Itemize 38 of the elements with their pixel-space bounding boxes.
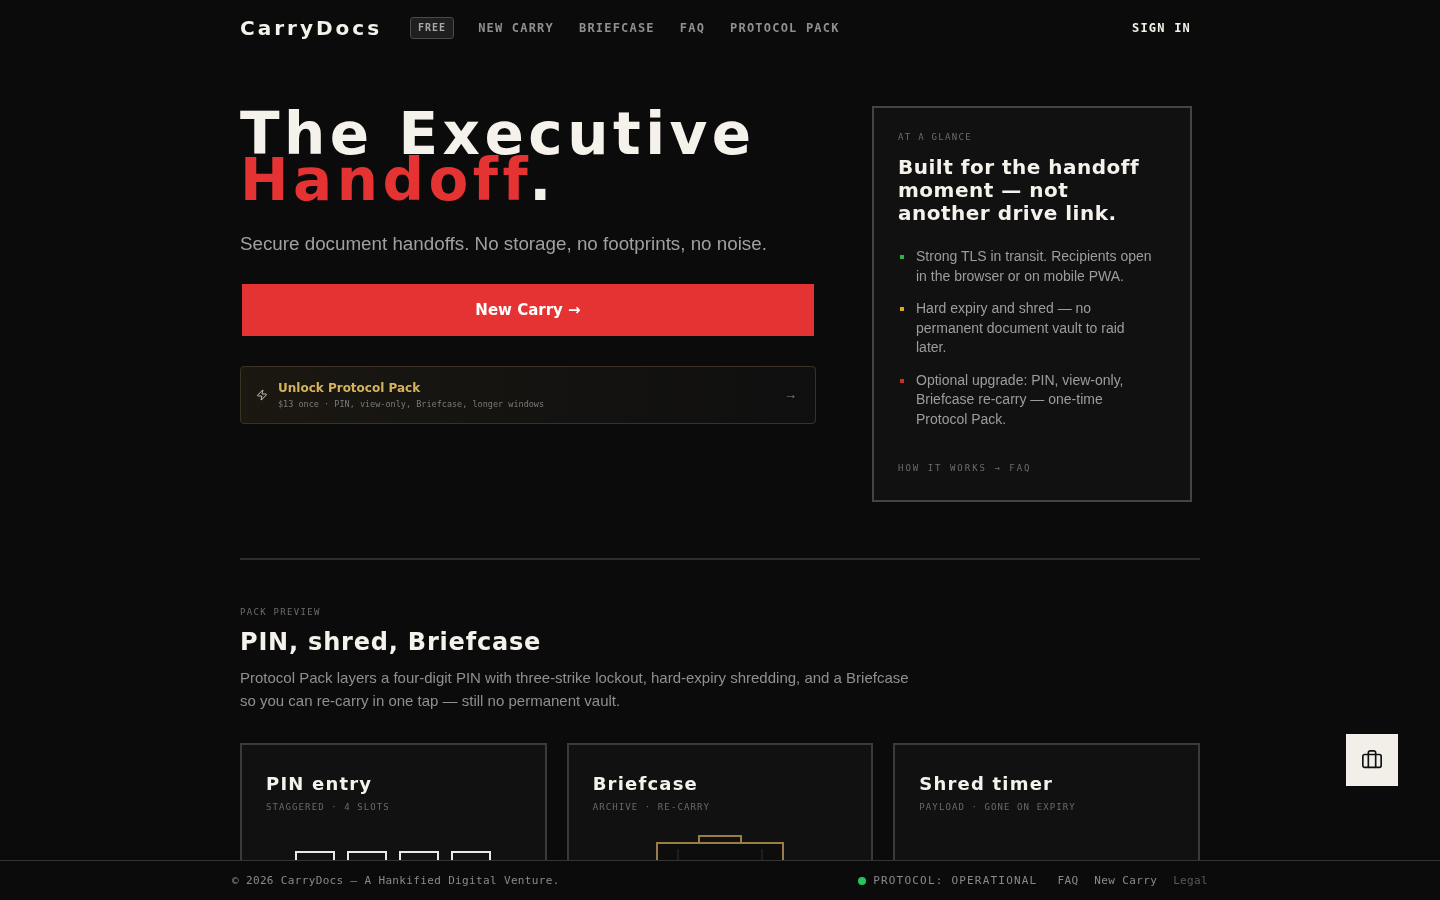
nav-link[interactable]: BRIEFCASE xyxy=(578,21,655,35)
footer-link[interactable]: FAQ xyxy=(1057,874,1079,887)
card-caption: ARCHIVE · RE-CARRY xyxy=(592,801,710,813)
logo[interactable]: CarryDocs xyxy=(240,16,383,40)
how-it-works-link[interactable]: HOW IT WORKS → FAQ xyxy=(898,461,1032,475)
card-caption: PAYLOAD · GONE ON EXPIRY xyxy=(919,801,1076,813)
card-title: Shred timer xyxy=(919,774,1054,794)
section-eyebrow: PACK PREVIEW xyxy=(240,606,321,618)
glance-eyebrow: AT A GLANCE xyxy=(898,131,972,144)
arrow-icon: → xyxy=(784,388,797,402)
footer-link[interactable]: New Carry xyxy=(1094,874,1158,887)
copyright-text: © 2026 CarryDocs — A Hankified Digital Venture. xyxy=(232,874,560,887)
lightning-icon xyxy=(256,389,268,401)
upsell-card[interactable]: Unlock Protocol Pack $13 once · PIN, view-only, Briefcase, longer windows → xyxy=(240,366,816,424)
upsell-detail: $13 once · PIN, view-only, Briefcase, longer windows xyxy=(278,398,545,410)
pin-slots-icon xyxy=(295,851,492,860)
briefcase-button[interactable] xyxy=(1346,734,1398,786)
hero-subtitle: Secure document handoffs. No storage, no footprints, no noise. xyxy=(240,232,767,256)
upsell-title: Unlock Protocol Pack xyxy=(278,380,421,395)
card-title: Briefcase xyxy=(592,774,698,794)
nav-link[interactable]: FAQ xyxy=(679,21,706,35)
briefcase-icon xyxy=(1361,749,1383,771)
glance-point: Strong TLS in transit. Recipients open in the browser or on mobile PWA. xyxy=(916,247,1153,286)
new-carry-button[interactable]: New Carry → xyxy=(242,284,814,336)
status-dot-icon xyxy=(858,876,867,885)
glance-heading: Built for the handoff moment — not another drive link. xyxy=(898,156,1141,225)
nav-link[interactable]: PROTOCOL PACK xyxy=(730,21,840,35)
section-heading: PIN, shred, Briefcase xyxy=(240,628,542,656)
plan-badge: FREE xyxy=(410,17,455,39)
glance-point: Hard expiry and shred — no permanent document vault to raid later. xyxy=(916,299,1126,357)
sign-in-link[interactable]: SIGN IN xyxy=(1132,21,1191,35)
hero-title: The Executive Handoff. xyxy=(240,111,756,203)
section-description: Protocol Pack layers a four-digit PIN with three-strike lockout, hard-expiry shredding, and a Briefcase so you can re-carry in one tap — still no permanent vault. xyxy=(240,668,910,711)
status-text: PROTOCOL: OPERATIONAL xyxy=(873,874,1038,887)
glance-point: Optional upgrade: PIN, view-only, Briefcase re-carry — one-time Protocol Pack. xyxy=(916,370,1125,429)
card-caption: STAGGERED · 4 SLOTS xyxy=(266,801,390,813)
nav-link[interactable]: NEW CARRY xyxy=(478,21,554,35)
card-title: PIN entry xyxy=(266,774,373,794)
